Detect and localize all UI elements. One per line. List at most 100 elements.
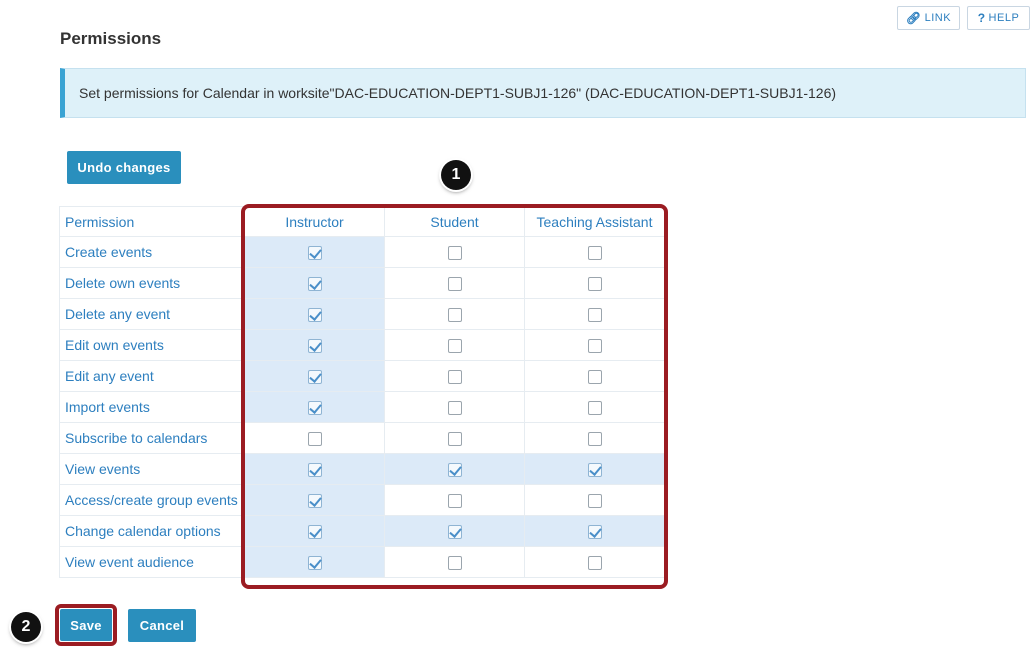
permission-label: Change calendar options [59,515,245,547]
cell-student [384,329,525,361]
cell-teaching-assistant [524,546,665,578]
link-icon: 🔗︎ [905,11,922,25]
cell-student [384,360,525,392]
instructor-checkbox[interactable] [307,401,322,416]
cell-instructor [244,546,385,578]
teaching-assistant-checkbox[interactable] [587,463,602,478]
cell-instructor [244,422,385,454]
undo-changes-button[interactable]: Undo changes [67,151,181,184]
permission-label: Subscribe to calendars [59,422,245,454]
cell-student [384,515,525,547]
teaching-assistant-checkbox[interactable] [587,556,602,571]
instructor-checkbox[interactable] [307,370,322,385]
header-student[interactable]: Student [384,206,525,237]
cell-teaching-assistant [524,329,665,361]
table-row: View event audience [59,546,665,578]
permission-label: Import events [59,391,245,423]
teaching-assistant-checkbox[interactable] [587,308,602,323]
teaching-assistant-checkbox[interactable] [587,370,602,385]
cell-teaching-assistant [524,236,665,268]
table-row: Subscribe to calendars [59,422,665,454]
header-teaching-assistant[interactable]: Teaching Assistant [524,206,665,237]
table-header-row: Permission Instructor Student Teaching A… [59,206,665,237]
teaching-assistant-checkbox[interactable] [587,246,602,261]
link-button[interactable]: 🔗︎ LINK [897,6,960,30]
teaching-assistant-checkbox[interactable] [587,401,602,416]
cell-student [384,298,525,330]
table-row: View events [59,453,665,485]
student-checkbox[interactable] [447,370,462,385]
permission-label: View event audience [59,546,245,578]
instructor-checkbox[interactable] [307,463,322,478]
cell-student [384,236,525,268]
cell-student [384,546,525,578]
instructor-checkbox[interactable] [307,246,322,261]
student-checkbox[interactable] [447,525,462,540]
instructor-checkbox[interactable] [307,277,322,292]
table-row: Change calendar options [59,515,665,547]
student-checkbox[interactable] [447,339,462,354]
student-checkbox[interactable] [447,432,462,447]
table-row: Create events [59,236,665,268]
cell-instructor [244,298,385,330]
instructor-checkbox[interactable] [307,556,322,571]
student-checkbox[interactable] [447,463,462,478]
student-checkbox[interactable] [447,277,462,292]
student-checkbox[interactable] [447,308,462,323]
teaching-assistant-checkbox[interactable] [587,494,602,509]
instructor-checkbox[interactable] [307,494,322,509]
teaching-assistant-checkbox[interactable] [587,277,602,292]
cell-teaching-assistant [524,515,665,547]
help-label: HELP [988,12,1020,24]
student-checkbox[interactable] [447,494,462,509]
cell-instructor [244,391,385,423]
table-row: Delete any event [59,298,665,330]
header-permission: Permission [59,206,245,237]
cell-teaching-assistant [524,391,665,423]
page-title: Permissions [60,29,162,48]
permission-label: Delete any event [59,298,245,330]
permission-label: Delete own events [59,267,245,299]
cell-instructor [244,484,385,516]
save-button[interactable]: Save [60,609,112,641]
cell-student [384,267,525,299]
instructor-checkbox[interactable] [307,432,322,447]
cell-teaching-assistant [524,453,665,485]
link-label: LINK [924,12,952,24]
cell-student [384,453,525,485]
instructor-checkbox[interactable] [307,308,322,323]
teaching-assistant-checkbox[interactable] [587,525,602,540]
permissions-table: Permission Instructor Student Teaching A… [59,206,665,578]
cell-student [384,484,525,516]
student-checkbox[interactable] [447,401,462,416]
cell-teaching-assistant [524,267,665,299]
table-row: Access/create group events [59,484,665,516]
instructor-checkbox[interactable] [307,339,322,354]
cell-instructor [244,267,385,299]
callout-2: 2 [11,612,41,642]
cell-teaching-assistant [524,422,665,454]
cell-instructor [244,329,385,361]
cancel-button[interactable]: Cancel [128,609,196,642]
callout-1: 1 [441,160,471,190]
student-checkbox[interactable] [447,556,462,571]
table-row: Delete own events [59,267,665,299]
cell-student [384,422,525,454]
student-checkbox[interactable] [447,246,462,261]
teaching-assistant-checkbox[interactable] [587,339,602,354]
permission-label: Edit own events [59,329,245,361]
table-row: Edit any event [59,360,665,392]
teaching-assistant-checkbox[interactable] [587,432,602,447]
instructor-checkbox[interactable] [307,525,322,540]
table-row: Import events [59,391,665,423]
cell-student [384,391,525,423]
permission-label: Edit any event [59,360,245,392]
cell-instructor [244,515,385,547]
info-message-text: Set permissions for Calendar in worksite… [79,85,837,101]
permission-label: View events [59,453,245,485]
help-button[interactable]: ? HELP [967,6,1030,30]
header-instructor[interactable]: Instructor [244,206,385,237]
cell-instructor [244,453,385,485]
question-icon: ? [977,11,986,25]
table-row: Edit own events [59,329,665,361]
